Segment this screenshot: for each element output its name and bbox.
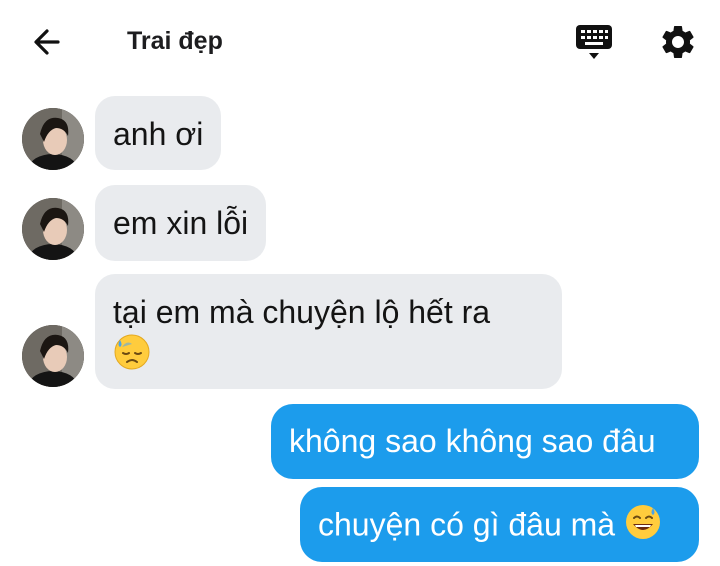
message-text: tại em mà chuyện lộ hết ra	[113, 294, 491, 330]
message-bubble-incoming[interactable]: anh ơi	[95, 96, 222, 170]
settings-button[interactable]	[658, 22, 698, 62]
grinning-face-with-sweat-emoji	[624, 503, 662, 551]
message-text: em xin lỗi	[113, 205, 249, 241]
conversation-title: Trai đẹp	[127, 27, 223, 55]
message-text: không sao không sao đâu	[289, 423, 656, 459]
back-button[interactable]	[28, 24, 68, 60]
avatar-photo	[22, 108, 84, 170]
message-text: anh ơi	[113, 116, 204, 152]
avatar[interactable]	[22, 108, 84, 170]
message-bubble-outgoing[interactable]: chuyện có gì đâu mà	[300, 487, 699, 562]
avatar-photo	[22, 325, 84, 387]
chat-header: Trai đẹp	[0, 0, 720, 84]
message-bubble-incoming[interactable]: em xin lỗi	[95, 185, 267, 261]
message-bubble-incoming[interactable]: tại em mà chuyện lộ hết ra	[95, 274, 562, 389]
keyboard-button[interactable]	[574, 22, 614, 62]
avatar[interactable]	[22, 325, 84, 387]
keyboard-icon	[576, 25, 612, 59]
avatar-photo	[22, 198, 84, 260]
downcast-face-with-sweat-emoji	[113, 333, 151, 381]
message-bubble-outgoing[interactable]: không sao không sao đâu	[271, 404, 699, 479]
message-text: chuyện có gì đâu mà	[318, 506, 616, 543]
gear-icon	[662, 25, 694, 58]
arrow-left-icon	[34, 29, 60, 55]
avatar[interactable]	[22, 198, 84, 260]
